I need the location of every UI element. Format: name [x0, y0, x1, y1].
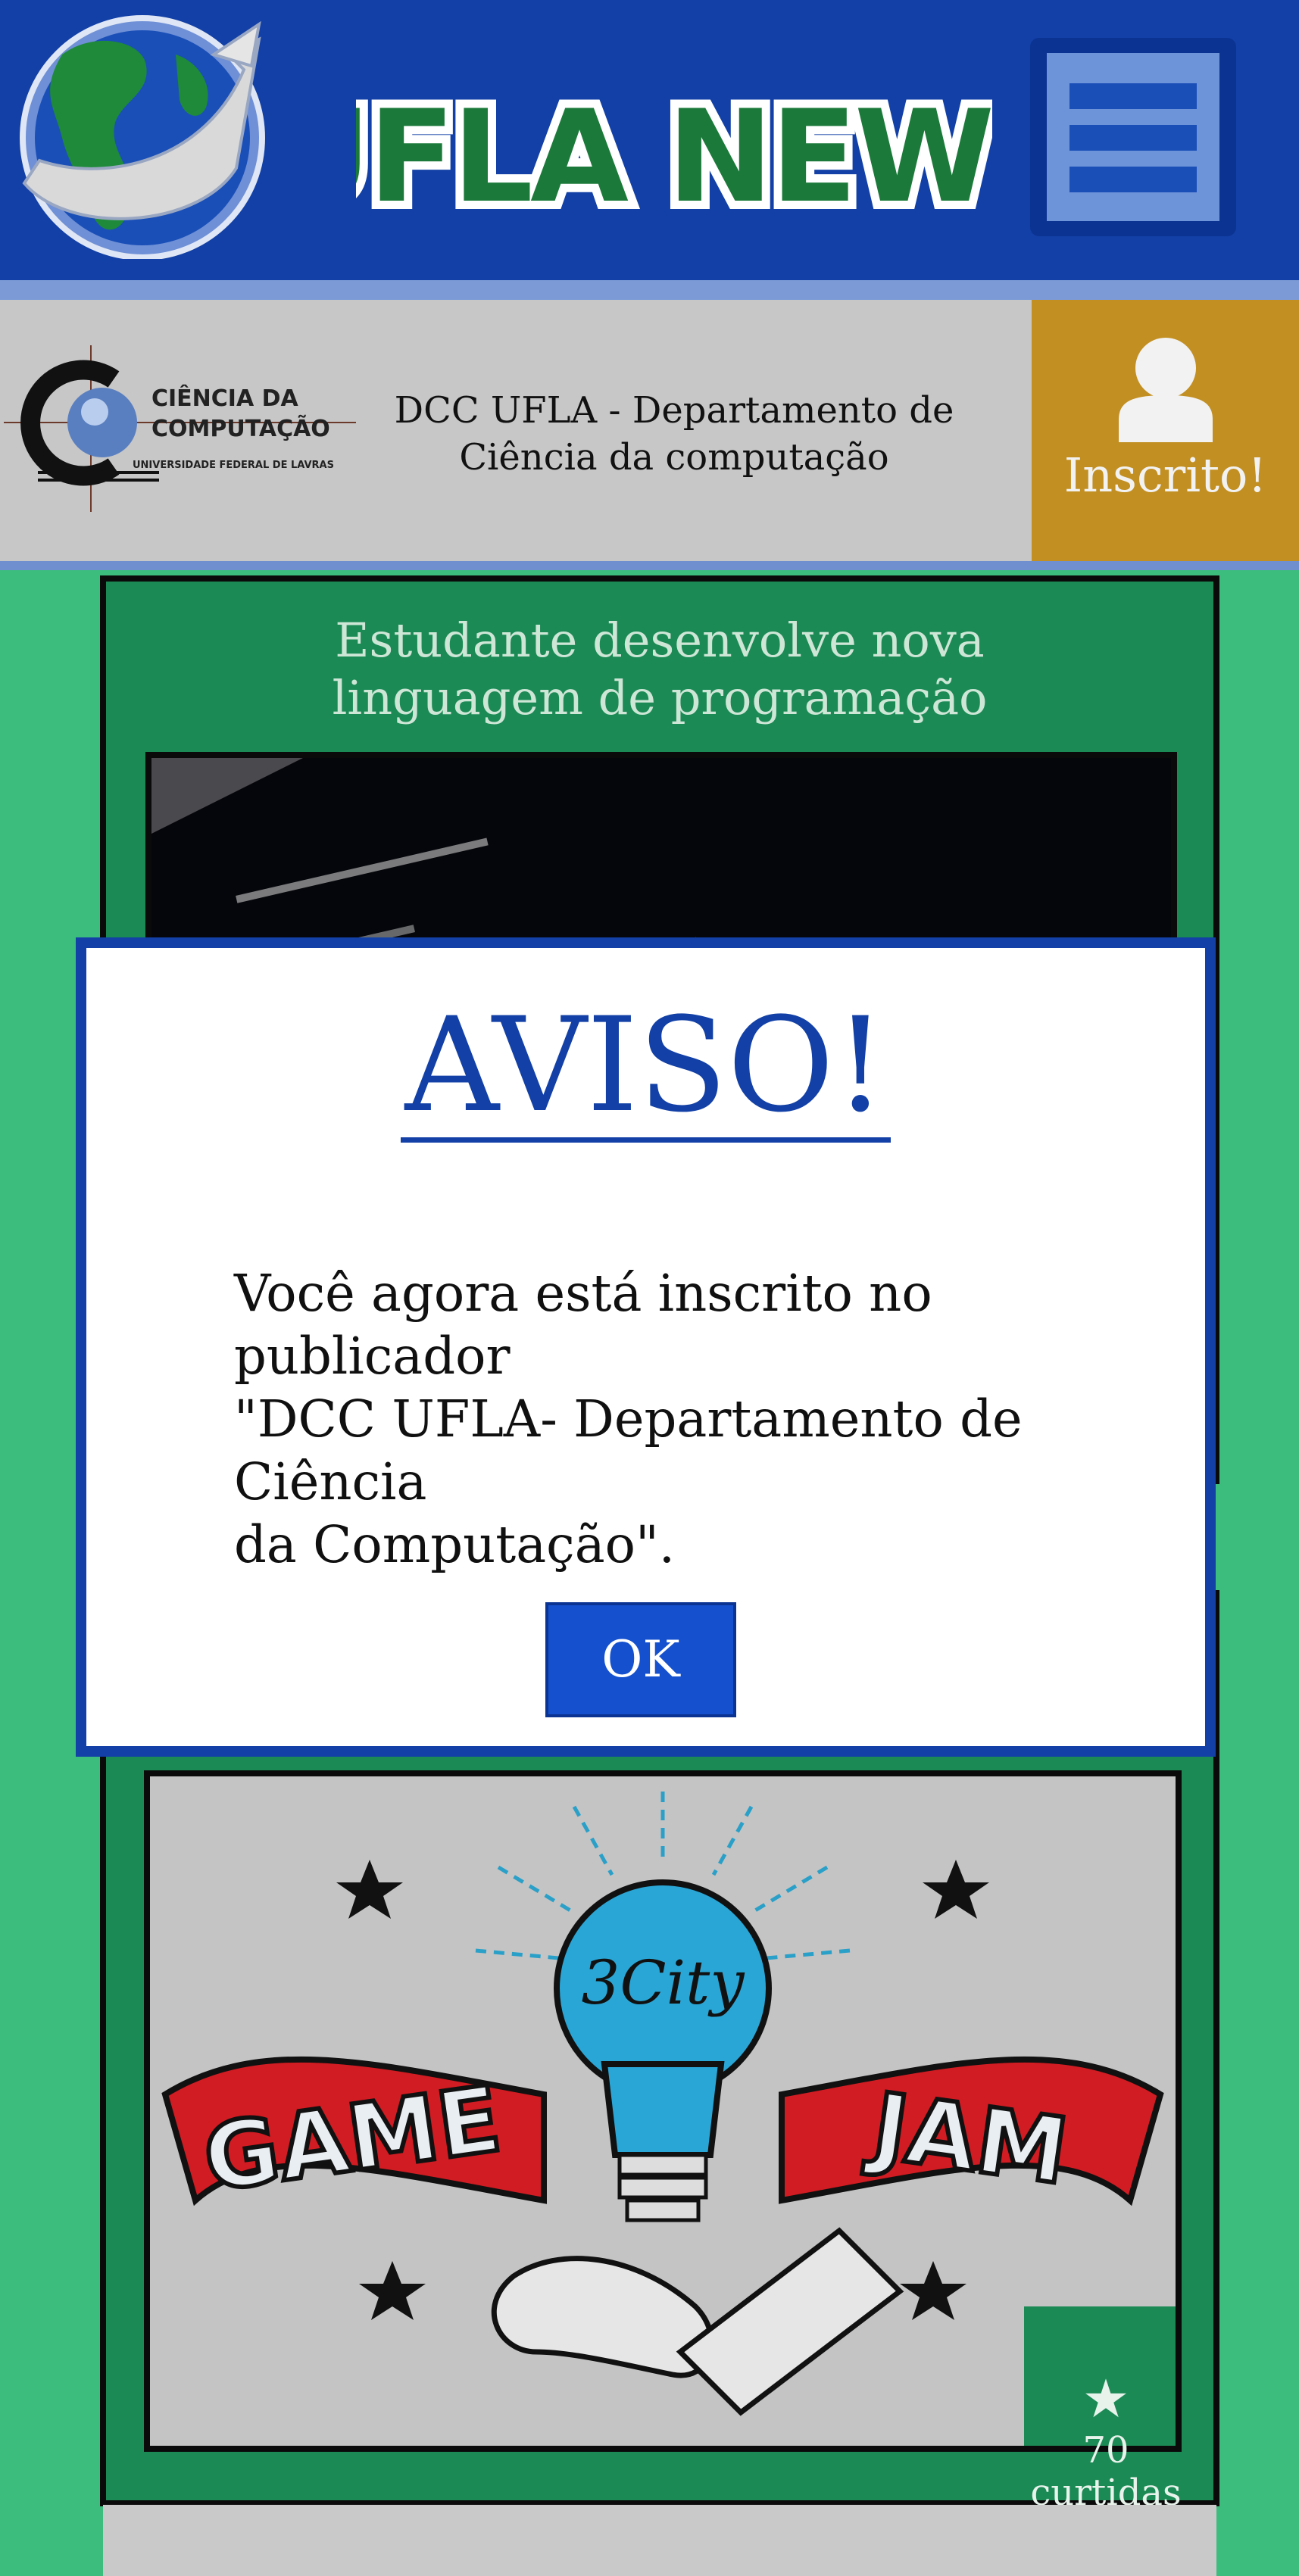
menu-button[interactable]: [1030, 38, 1236, 236]
notice-dialog: AVISO! Você agora está inscrito no publi…: [76, 937, 1216, 1757]
publisher-name-line2: Ciência da computação: [459, 436, 889, 479]
app-header: UFLA NEWS UFLA NEWS: [0, 0, 1299, 280]
publisher-bar: CIÊNCIA DA COMPUTAÇÃO UNIVERSIDADE FEDER…: [0, 300, 1299, 561]
news-card[interactable]: [103, 2505, 1216, 2576]
dialog-message: Você agora está inscrito no publicador "…: [234, 1262, 1166, 1576]
ok-button[interactable]: OK: [545, 1602, 736, 1717]
news-title-line1: Estudante desenvolve nova: [335, 613, 985, 668]
star-icon[interactable]: ★: [1007, 2369, 1204, 2429]
news-title: Estudante desenvolve nova linguagem de p…: [106, 612, 1213, 727]
hamburger-menu-icon: [1047, 53, 1219, 221]
publisher-divider: [0, 561, 1299, 570]
globe-logo-icon[interactable]: [9, 9, 283, 259]
header-divider: [0, 280, 1299, 300]
dialog-message-line3: da Computação".: [234, 1515, 676, 1574]
menu-bar: [1069, 83, 1197, 109]
logo-title-line1: CIÊNCIA DA: [151, 385, 299, 412]
publisher-name[interactable]: DCC UFLA - Departamento de Ciência da co…: [379, 387, 970, 481]
logo-subtitle: UNIVERSIDADE FEDERAL DE LAVRAS: [133, 460, 334, 471]
logo-title-line2: COMPUTAÇÃO: [151, 414, 330, 442]
news-title-line2: linguagem de programação: [332, 670, 988, 725]
dialog-title: AVISO!: [86, 993, 1205, 1143]
publisher-logo[interactable]: CIÊNCIA DA COMPUTAÇÃO UNIVERSIDADE FEDER…: [0, 338, 364, 519]
brand-text: UFLA NEWS: [356, 83, 992, 231]
publisher-name-line1: DCC UFLA - Departamento de: [394, 389, 954, 432]
likes-counter[interactable]: ★ 70 curtidas: [1007, 2369, 1204, 2514]
subscribe-button[interactable]: Inscrito!: [1032, 300, 1299, 561]
user-icon: [1119, 338, 1213, 442]
menu-bar: [1069, 167, 1197, 192]
game-jam-art: 3City GAME JAM: [150, 1776, 1176, 2446]
subscribe-label: Inscrito!: [1063, 448, 1267, 503]
likes-count: 70 curtidas: [1030, 2429, 1182, 2514]
dialog-title-text: AVISO!: [400, 993, 892, 1143]
menu-bar: [1069, 125, 1197, 151]
game-jam-image: 3City GAME JAM: [144, 1770, 1182, 2452]
dialog-message-line2: "DCC UFLA- Departamento de Ciência: [234, 1389, 1023, 1511]
lightbulb-badge: 3City: [581, 1948, 745, 2018]
brand-wordmark: UFLA NEWS UFLA NEWS: [356, 80, 992, 231]
dialog-message-line1: Você agora está inscrito no publicador: [234, 1264, 932, 1386]
